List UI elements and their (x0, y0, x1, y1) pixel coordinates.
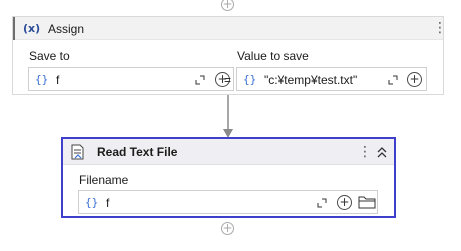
value-to-save-label: Value to save (237, 49, 309, 63)
more-vertical-icon[interactable]: ⋮ (433, 21, 447, 35)
expand-corner-icon[interactable] (317, 198, 327, 208)
more-vertical-icon[interactable]: ⋮ (358, 145, 372, 159)
filename-field[interactable]: {} f + (78, 190, 378, 214)
read-text-file-title: Read Text File (97, 145, 178, 159)
assign-activity-card[interactable]: (x) Assign ⋮ Save to Value to save {} f … (12, 16, 447, 95)
filename-value: f (106, 196, 110, 210)
double-chevron-up-icon[interactable] (377, 147, 387, 158)
add-variable-button[interactable]: + (407, 72, 422, 87)
read-file-icon (71, 144, 84, 160)
expression-prefix-icon: {} (85, 196, 99, 209)
assign-header: (x) Assign ⋮ (13, 17, 447, 40)
save-to-label: Save to (29, 49, 70, 63)
expand-corner-icon[interactable] (195, 75, 205, 85)
assign-accent-bar (13, 17, 15, 40)
filename-label: Filename (79, 173, 129, 187)
equals-sign: = (224, 73, 232, 87)
expression-prefix-icon: {} (35, 73, 49, 86)
add-variable-button[interactable]: + (337, 195, 352, 210)
add-activity-top-button[interactable]: + (221, 0, 234, 11)
read-text-file-header: Read Text File ⋮ (63, 139, 394, 165)
save-to-value: f (56, 73, 60, 87)
folder-icon[interactable] (358, 195, 376, 209)
read-text-file-activity-card[interactable]: Read Text File ⋮ Filename {} f + (61, 137, 396, 218)
save-to-field[interactable]: {} f + (28, 67, 234, 91)
assign-title: Assign (48, 22, 85, 36)
flow-connector-arrow (223, 95, 233, 138)
value-to-save-value: "c:¥temp¥test.txt" (264, 73, 358, 87)
value-to-save-field[interactable]: {} "c:¥temp¥test.txt" + (236, 67, 427, 91)
expression-prefix-icon: {} (243, 73, 257, 86)
add-activity-bottom-button[interactable]: + (221, 222, 234, 235)
expand-corner-icon[interactable] (388, 75, 398, 85)
assign-variable-icon: (x) (23, 22, 41, 35)
